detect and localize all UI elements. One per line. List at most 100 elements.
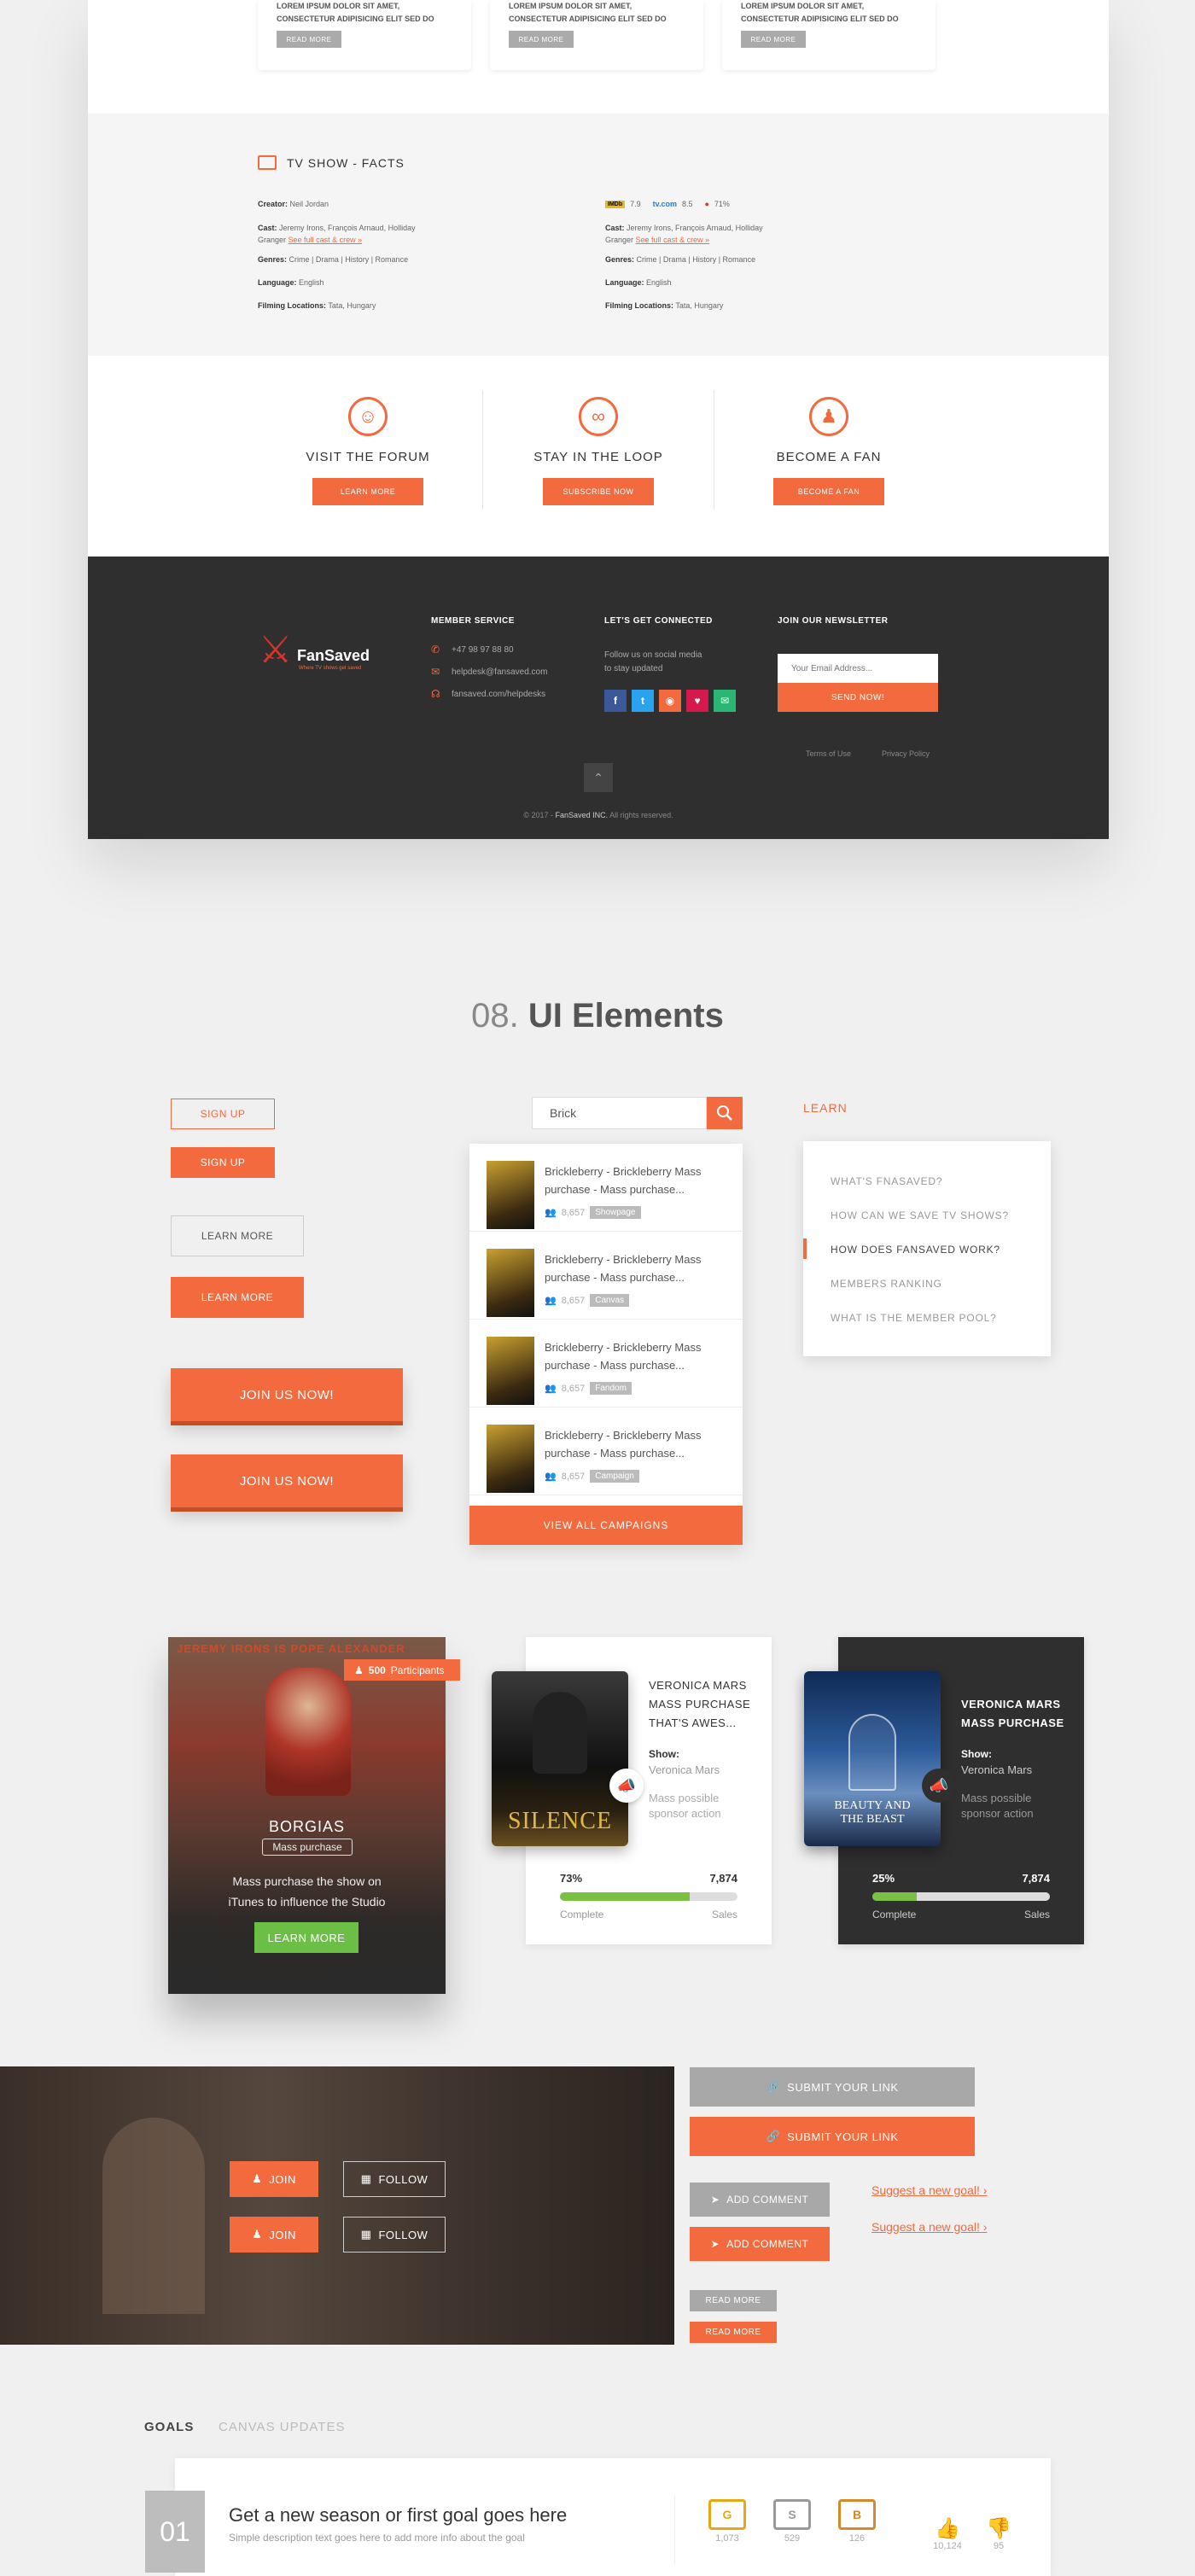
join-button[interactable]: ♟ JOIN xyxy=(230,2217,318,2253)
email[interactable]: helpdesk@fansaved.com xyxy=(452,667,547,677)
phone[interactable]: +47 98 97 88 80 xyxy=(452,645,514,655)
result-count: 8,657 xyxy=(561,1383,586,1394)
tv-icon xyxy=(258,155,277,170)
learn-menu-item[interactable]: MEMBERS RANKING xyxy=(831,1278,942,1290)
link-icon: 🔗 xyxy=(766,2130,781,2142)
add-comment-button[interactable]: ➤ ADD COMMENT xyxy=(690,2227,830,2261)
cast-link[interactable]: See full cast & crew » xyxy=(636,236,710,244)
logo-text[interactable]: FanSaved xyxy=(297,647,370,665)
twitter-icon[interactable]: t xyxy=(632,690,654,712)
follow-label: FOLLOW xyxy=(378,2228,428,2241)
site-preview: LOREM IPSUM DOLOR SIT AMET, CONSECTETUR … xyxy=(88,0,1109,839)
result-count: 8,657 xyxy=(561,1295,586,1306)
mail-icon[interactable]: ✉ xyxy=(714,690,736,712)
sales-count: 7,874 xyxy=(1022,1872,1050,1885)
rss-icon[interactable]: ◉ xyxy=(659,690,681,712)
join-us-button[interactable]: JOIN US NOW! xyxy=(171,1454,403,1507)
show-value: Veronica Mars xyxy=(649,1763,720,1776)
read-more-button[interactable]: READ MORE xyxy=(741,31,806,48)
terms-link[interactable]: Terms of Use xyxy=(806,749,851,758)
tab-goals[interactable]: GOALS xyxy=(144,2420,194,2434)
genres-label: Genres: xyxy=(605,255,635,264)
join-label: JOIN xyxy=(269,2172,296,2186)
dislikes-count: 95 xyxy=(993,2541,1005,2551)
learn-more-outline-button[interactable]: LEARN MORE xyxy=(171,1215,304,1256)
newsletter-email-input[interactable] xyxy=(778,654,938,683)
join-us-button[interactable]: JOIN US NOW! xyxy=(171,1368,403,1421)
subscribe-button[interactable]: SUBSCRIBE NOW xyxy=(543,478,654,505)
suggest-goal-link[interactable]: Suggest a new goal! › xyxy=(871,2220,987,2234)
learn-more-button[interactable]: LEARN MORE xyxy=(312,478,423,505)
scroll-top-button[interactable]: ⌃ xyxy=(584,763,613,792)
sales-count: 7,874 xyxy=(709,1872,737,1885)
helpdesk[interactable]: fansaved.com/helpdesks xyxy=(452,690,545,699)
read-more-button[interactable]: READ MORE xyxy=(690,2322,777,2343)
learn-more-button[interactable]: LEARN MORE xyxy=(254,1922,358,1953)
send-now-button[interactable]: SEND NOW! xyxy=(778,683,938,712)
like-stat[interactable]: 👍 10,124 xyxy=(930,2516,965,2551)
heart-icon[interactable]: ♥ xyxy=(686,690,708,712)
result-tag: Campaign xyxy=(590,1470,639,1483)
learn-menu-item-active[interactable]: HOW DOES FANSAVED WORK? xyxy=(831,1244,1000,1256)
bronze-tv-icon: B xyxy=(838,2499,876,2530)
learn-menu-item[interactable]: HOW CAN WE SAVE TV SHOWS? xyxy=(831,1209,1009,1221)
suggest-goal-link[interactable]: Suggest a new goal! › xyxy=(871,2183,987,2197)
result-meta: 👥 8,657 Canvas xyxy=(545,1294,630,1307)
genres-value: Crime | Drama | History | Romance xyxy=(289,255,409,264)
imdb-rating: 7.9 xyxy=(630,200,641,208)
sign-up-outline-button[interactable]: SIGN UP xyxy=(171,1099,275,1129)
cta-fan: ♟ BECOME A FAN BECOME A FAN xyxy=(714,397,944,505)
read-more-button-disabled[interactable]: READ MORE xyxy=(690,2290,777,2311)
view-all-campaigns-button[interactable]: VIEW ALL CAMPAIGNS xyxy=(469,1506,743,1545)
become-fan-button[interactable]: BECOME A FAN xyxy=(773,478,884,505)
search-result-item[interactable]: Brickleberry - Brickleberry Mass purchas… xyxy=(469,1144,743,1232)
goal-stat: G 1,073 xyxy=(708,2499,746,2544)
join-label: JOIN xyxy=(269,2228,296,2241)
learn-menu-item[interactable]: WHAT'S FNASAVED? xyxy=(831,1175,942,1187)
footer: ⚔ FanSaved Where TV shows get saved MEMB… xyxy=(88,557,1109,839)
facts-title: TV SHOW - FACTS xyxy=(287,156,405,170)
learn-more-button[interactable]: LEARN MORE xyxy=(171,1277,304,1318)
cast-link[interactable]: See full cast & crew » xyxy=(289,236,363,244)
send-icon: ➤ xyxy=(710,2194,720,2206)
learn-menu-item[interactable]: WHAT IS THE MEMBER POOL? xyxy=(831,1312,997,1324)
search-result-item[interactable]: Brickleberry - Brickleberry Mass purchas… xyxy=(469,1407,743,1495)
search-input[interactable] xyxy=(532,1097,707,1129)
stat-value: 126 xyxy=(848,2533,866,2544)
article-card: LOREM IPSUM DOLOR SIT AMET, CONSECTETUR … xyxy=(258,0,471,70)
users-icon: 👥 xyxy=(545,1296,557,1306)
dislike-stat[interactable]: 👎 95 xyxy=(982,2516,1016,2551)
cta-title: STAY IN THE LOOP xyxy=(533,450,663,464)
read-more-button[interactable]: READ MORE xyxy=(277,31,341,48)
privacy-link[interactable]: Privacy Policy xyxy=(882,749,930,758)
tab-canvas-updates[interactable]: CANVAS UPDATES xyxy=(219,2420,345,2434)
mail-icon: ✉ xyxy=(431,666,440,678)
complete-label: Complete xyxy=(560,1909,604,1920)
megaphone-icon: 📣 xyxy=(922,1769,956,1803)
read-more-button[interactable]: READ MORE xyxy=(509,31,574,48)
cast-label: Cast: xyxy=(258,224,277,232)
stat-value: 529 xyxy=(784,2533,801,2544)
add-comment-button-disabled[interactable]: ➤ ADD COMMENT xyxy=(690,2183,830,2217)
hooded-figure xyxy=(533,1692,587,1774)
sales-label: Sales xyxy=(711,1909,737,1920)
follow-button[interactable]: ▦ FOLLOW xyxy=(343,2161,446,2197)
submit-link-button-disabled[interactable]: 🔗 SUBMIT YOUR LINK xyxy=(690,2067,975,2107)
search-button[interactable] xyxy=(707,1097,743,1129)
learn-menu-label[interactable]: LEARN xyxy=(803,1101,848,1115)
cardinal-figure xyxy=(265,1668,351,1796)
participants-badge: ♟ 500 Participants xyxy=(344,1659,460,1681)
sign-up-button[interactable]: SIGN UP xyxy=(171,1147,275,1178)
search-result-item[interactable]: Brickleberry - Brickleberry Mass purchas… xyxy=(469,1232,743,1320)
article-card: LOREM IPSUM DOLOR SIT AMET, CONSECTETUR … xyxy=(490,0,703,70)
action-text: Mass possible sponsor action xyxy=(961,1792,1034,1820)
result-meta: 👥 8,657 Campaign xyxy=(545,1470,639,1483)
follow-button[interactable]: ▦ FOLLOW xyxy=(343,2217,446,2253)
submit-link-button[interactable]: 🔗 SUBMIT YOUR LINK xyxy=(690,2117,975,2156)
divider xyxy=(674,2496,675,2564)
progress-fill xyxy=(872,1892,917,1901)
tvcom-rating: 8.5 xyxy=(681,200,693,208)
join-button[interactable]: ♟ JOIN xyxy=(230,2161,318,2197)
search-result-item[interactable]: Brickleberry - Brickleberry Mass purchas… xyxy=(469,1320,743,1407)
facebook-icon[interactable]: f xyxy=(604,690,627,712)
